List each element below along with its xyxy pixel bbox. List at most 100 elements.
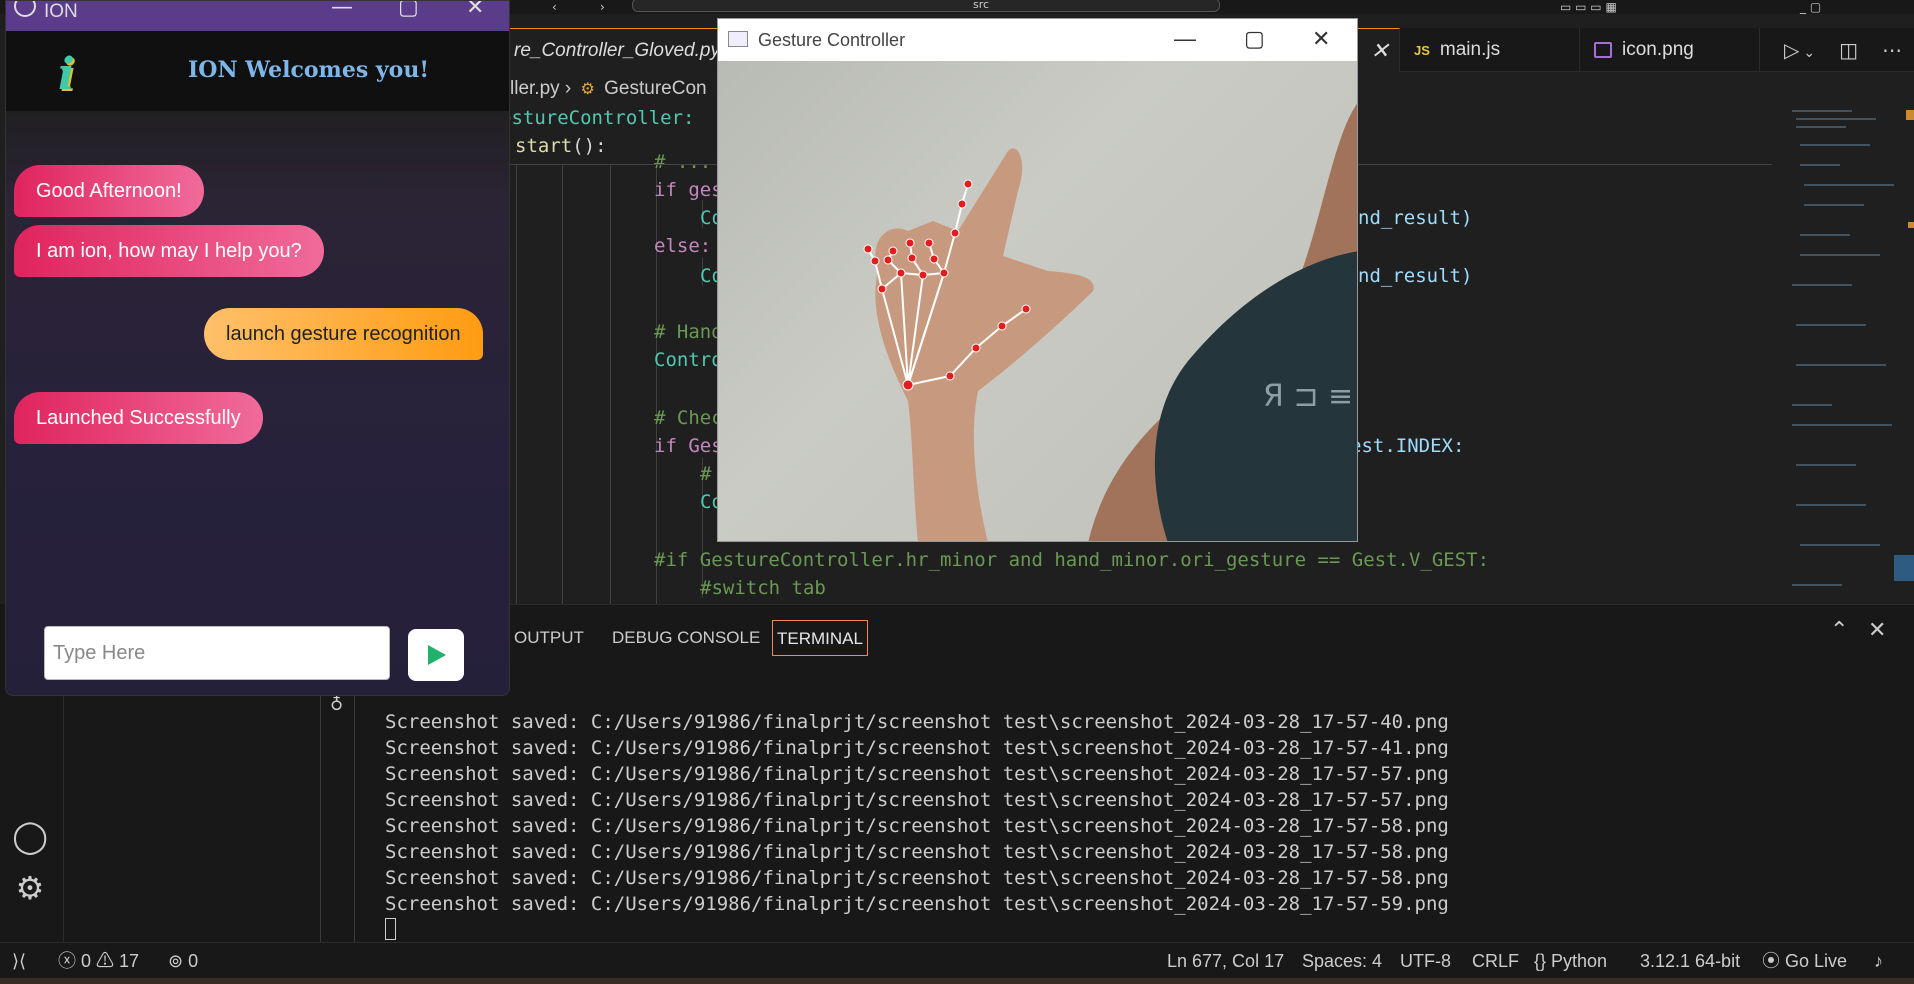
gear-icon[interactable]: ⚙	[10, 868, 50, 908]
tab-terminal[interactable]: TERMINAL	[772, 620, 868, 656]
ports-indicator[interactable]: ⊚ 0	[168, 943, 198, 979]
code-line: Contro	[654, 349, 723, 371]
maximize-panel-icon[interactable]: ⌃	[1830, 618, 1848, 643]
code-line: #if GestureController.hr_minor and hand_…	[654, 549, 1490, 571]
go-live[interactable]: ⦿ Go Live	[1762, 943, 1847, 979]
bot-message: I am ion, how may I help you?	[14, 225, 324, 277]
tab-debug-console[interactable]: DEBUG CONSOLE	[608, 620, 764, 656]
bot-message: Launched Successfully	[14, 392, 263, 444]
gesture-window-title: Gesture Controller	[758, 30, 906, 50]
forward-arrow-icon[interactable]: ›	[600, 0, 605, 14]
code-line: nd_result)	[1358, 265, 1473, 287]
class-icon: ⚙	[580, 81, 595, 98]
gesture-controller-window: Gesture Controller — ▢ ✕ Я ⊐ ≡	[717, 18, 1358, 542]
bell-icon[interactable]: ♪	[1874, 943, 1883, 979]
close-icon[interactable]: ✕	[1371, 29, 1389, 73]
breadcrumb-symbol[interactable]: GestureCon	[604, 78, 706, 99]
error-count: 0	[81, 951, 92, 971]
plug-icon[interactable]: ♁	[330, 694, 343, 715]
code-line: else:	[654, 235, 712, 257]
breadcrumb: ller.py › ⚙ GestureCon	[510, 78, 707, 104]
code-line: #	[700, 463, 712, 485]
status-bar: ⟩⟨ ⓧ 0 ⚠ 17 ⊚ 0 Ln 677, Col 17 Spaces: 4…	[0, 942, 1914, 978]
ion-header: i ION Welcomes you!	[6, 31, 509, 111]
tab-label: re_Controller_Gloved.py	[514, 40, 720, 61]
javascript-icon: JS	[1414, 43, 1430, 58]
code-line: est.INDEX:	[1350, 435, 1465, 457]
account-icon[interactable]: ◯	[10, 816, 50, 856]
gesture-title-bar: Gesture Controller — ▢ ✕	[718, 19, 1357, 61]
hand	[875, 148, 1094, 541]
scrollbar-marker	[1908, 222, 1914, 228]
ion-window-title: ION	[44, 1, 78, 22]
code-token: ():	[572, 135, 607, 157]
image-icon	[1594, 41, 1612, 58]
indent-guide	[562, 164, 563, 604]
close-icon[interactable]: ✕	[1312, 19, 1330, 59]
chat-input[interactable]	[44, 626, 390, 680]
indent-guide	[516, 164, 517, 604]
terminal-cursor[interactable]	[385, 918, 396, 940]
code-line: if Ges	[654, 435, 723, 457]
tab-label: icon.png	[1622, 39, 1694, 60]
code-token: start	[515, 135, 573, 157]
globe-icon	[14, 1, 36, 17]
ion-logo: i	[58, 49, 75, 100]
command-center-search[interactable]: src	[632, 0, 1220, 12]
minimize-icon[interactable]: —	[1174, 19, 1196, 59]
language-label: Python	[1551, 951, 1608, 971]
run-icon[interactable]: ▷	[1784, 38, 1799, 62]
welcome-heading: ION Welcomes you!	[188, 57, 429, 83]
tab-icon-png[interactable]: icon.png	[1580, 28, 1760, 72]
code-line: start():	[515, 132, 607, 160]
split-editor-icon[interactable]: ◫	[1839, 38, 1858, 62]
terminal-line: Screenshot saved: C:/Users/91986/finalpr…	[385, 841, 1449, 863]
breadcrumb-file[interactable]: ller.py	[510, 78, 560, 99]
tab-main-js[interactable]: JS main.js	[1400, 28, 1580, 72]
shirt-print: Я ⊐ ≡	[1263, 379, 1353, 414]
more-icon[interactable]: ⋯	[1882, 38, 1902, 62]
terminal-line: Screenshot saved: C:/Users/91986/finalpr…	[385, 763, 1449, 785]
ion-window: ION — ▢ ✕ i ION Welcomes you! Good After…	[5, 0, 510, 696]
problems-indicator[interactable]: ⓧ 0 ⚠ 17	[58, 943, 139, 979]
window-controls[interactable]: _ ▢	[1800, 0, 1821, 14]
cursor-position[interactable]: Ln 677, Col 17	[1167, 943, 1284, 979]
terminal-line: Screenshot saved: C:/Users/91986/finalpr…	[385, 815, 1449, 837]
send-button[interactable]	[408, 629, 464, 681]
maximize-icon[interactable]: ▢	[398, 1, 419, 20]
ion-title-bar: ION — ▢ ✕	[6, 1, 509, 31]
code-line: # Chec	[654, 407, 723, 429]
language-mode[interactable]: {} Python	[1534, 943, 1607, 979]
minimize-icon[interactable]: —	[331, 1, 353, 20]
camera-frame: Я ⊐ ≡	[863, 103, 1357, 541]
indentation[interactable]: Spaces: 4	[1302, 943, 1382, 979]
bot-message: Good Afternoon!	[14, 165, 204, 217]
chevron-down-icon[interactable]: ⌄	[1803, 45, 1815, 61]
chevron-right-icon: ›	[564, 78, 577, 99]
terminal-line: Screenshot saved: C:/Users/91986/finalpr…	[385, 711, 1449, 733]
line-endings[interactable]: CRLF	[1472, 943, 1519, 979]
minimap-scrollbar[interactable]	[1894, 555, 1914, 581]
remote-icon[interactable]: ⟩⟨	[12, 943, 26, 979]
terminal-line: Screenshot saved: C:/Users/91986/finalpr…	[385, 893, 1449, 915]
code-line: estureController:	[500, 107, 695, 129]
tab-label: main.js	[1439, 39, 1501, 60]
maximize-icon[interactable]: ▢	[1244, 19, 1265, 59]
code-line: # ...	[654, 151, 712, 173]
layout-icon[interactable]: ▭ ▭ ▭ ▦	[1560, 0, 1617, 14]
python-interpreter[interactable]: 3.12.1 64-bit	[1640, 943, 1740, 979]
scrollbar-marker	[1906, 110, 1914, 120]
encoding[interactable]: UTF-8	[1400, 943, 1451, 979]
back-arrow-icon[interactable]: ‹	[552, 0, 557, 14]
user-message: launch gesture recognition	[204, 308, 483, 360]
minimap[interactable]	[1772, 104, 1900, 604]
code-line: nd_result)	[1358, 207, 1473, 229]
tab-output[interactable]: OUTPUT	[510, 620, 588, 656]
terminal-line: Screenshot saved: C:/Users/91986/finalpr…	[385, 789, 1449, 811]
code-line: if ges	[654, 179, 723, 201]
terminal-line: Screenshot saved: C:/Users/91986/finalpr…	[385, 737, 1449, 759]
go-live-label: Go Live	[1785, 951, 1848, 971]
close-icon[interactable]: ✕	[466, 1, 484, 20]
terminal-line: Screenshot saved: C:/Users/91986/finalpr…	[385, 867, 1449, 889]
close-panel-icon[interactable]: ✕	[1868, 618, 1886, 643]
